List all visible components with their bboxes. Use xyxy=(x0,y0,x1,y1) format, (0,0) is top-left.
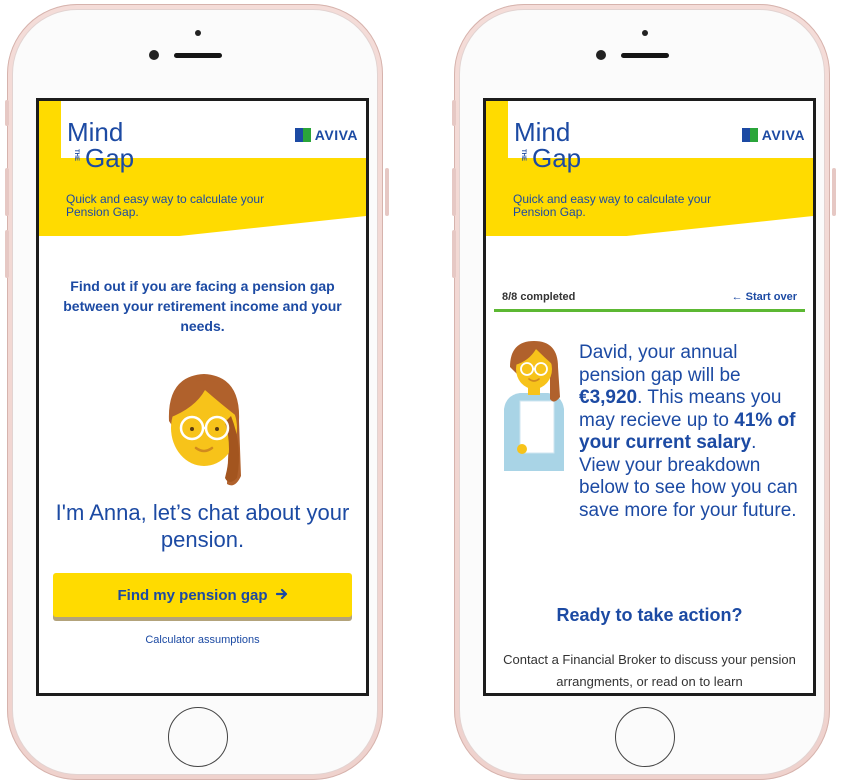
intro-text: Find out if you are facing a pension gap… xyxy=(63,278,342,334)
front-camera xyxy=(596,50,606,60)
aviva-mark-icon xyxy=(294,128,311,142)
volume-up-button xyxy=(452,168,456,216)
front-camera xyxy=(149,50,159,60)
logo-the: THE xyxy=(520,149,526,161)
power-button xyxy=(385,168,389,216)
tagline: Quick and easy way to calculate your Pen… xyxy=(513,192,712,219)
arrow-left-icon: ← xyxy=(731,291,743,303)
contact-broker-text: Contact a Financial Broker to discuss yo… xyxy=(503,652,796,689)
earpiece-speaker xyxy=(621,53,669,58)
ready-to-take-action-heading: Ready to take action? xyxy=(556,605,743,625)
logo-mind: Mind xyxy=(67,117,124,147)
logo-the: THE xyxy=(73,149,79,161)
earpiece-speaker xyxy=(174,53,222,58)
logo-gap: Gap xyxy=(532,143,582,173)
proximity-sensor xyxy=(195,30,201,36)
gap-amount: €3,920 xyxy=(579,387,638,408)
volume-down-button xyxy=(452,230,456,278)
progress-bar-fill xyxy=(494,309,805,312)
progress-label: 8/8 completed xyxy=(502,291,576,303)
anna-avatar xyxy=(168,374,241,486)
progress-bar xyxy=(494,309,805,312)
volume-up-button xyxy=(5,168,9,216)
phone-frame-right: Mind THE Gap AVIVA Quick and easy way to… xyxy=(450,0,838,783)
proximity-sensor xyxy=(642,30,648,36)
find-pension-gap-button[interactable]: Find my pension gap xyxy=(53,573,352,617)
phone-frame-left: Mind THE Gap AVIVA Quick and easy way to… xyxy=(3,0,391,783)
find-pension-gap-label: Find my pension gap xyxy=(117,586,268,604)
app-screen-welcome: Mind THE Gap AVIVA Quick and easy way to… xyxy=(36,98,369,696)
start-over-label: Start over xyxy=(745,291,797,303)
home-button[interactable] xyxy=(168,707,228,767)
tagline: Quick and easy way to calculate your Pen… xyxy=(66,192,265,219)
arrow-right-icon xyxy=(275,587,288,604)
aviva-logo[interactable]: AVIVA xyxy=(294,127,358,143)
aviva-wordmark: AVIVA xyxy=(761,127,805,143)
aviva-logo[interactable]: AVIVA xyxy=(741,127,805,143)
start-over-link[interactable]: ← Start over xyxy=(732,291,797,303)
mute-switch xyxy=(5,100,9,126)
result-intro-text: David, your annual pension gap will be xyxy=(579,342,741,386)
app-screen-result: Mind THE Gap AVIVA Quick and easy way to… xyxy=(483,98,816,696)
pension-gap-result: David, your annual pension gap will be €… xyxy=(579,342,801,522)
anna-greeting: I'm Anna, let’s chat about your pension. xyxy=(55,500,350,552)
aviva-wordmark: AVIVA xyxy=(314,127,358,143)
volume-down-button xyxy=(5,230,9,278)
aviva-mark-icon xyxy=(741,128,758,142)
home-button[interactable] xyxy=(615,707,675,767)
anna-mini-avatar xyxy=(504,341,564,471)
logo-mind: Mind xyxy=(514,117,571,147)
calculator-assumptions-link[interactable]: Calculator assumptions xyxy=(39,634,366,646)
mute-switch xyxy=(452,100,456,126)
power-button xyxy=(832,168,836,216)
logo-gap: Gap xyxy=(85,143,135,173)
